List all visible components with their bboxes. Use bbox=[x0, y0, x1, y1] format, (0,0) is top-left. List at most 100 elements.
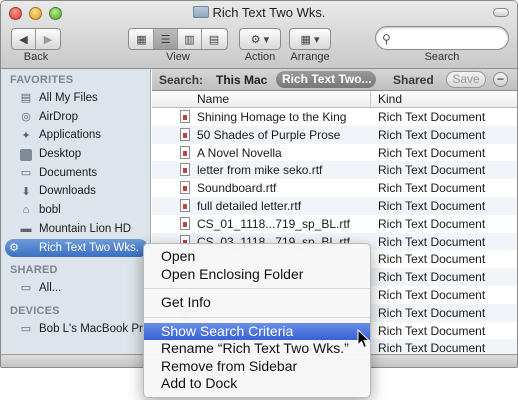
rtf-document-icon bbox=[180, 110, 190, 123]
airdrop-icon: ◎ bbox=[21, 110, 31, 123]
hard-disk-icon: ▬ bbox=[20, 222, 32, 235]
rtf-document-icon bbox=[180, 198, 190, 212]
icon-view-icon[interactable]: ▦ bbox=[130, 29, 154, 49]
file-kind: Rich Text Document bbox=[378, 127, 486, 142]
column-header-name[interactable]: Name bbox=[197, 92, 229, 106]
save-search-button[interactable]: Save bbox=[446, 71, 486, 88]
menu-item-get-info[interactable]: Get Info bbox=[144, 294, 370, 312]
file-name: A Novel Novella bbox=[197, 145, 282, 160]
home-icon: ⌂ bbox=[22, 204, 30, 217]
remove-criteria-button[interactable]: − bbox=[493, 72, 508, 87]
search-label: Search bbox=[424, 51, 460, 63]
folder-icon bbox=[192, 6, 209, 18]
table-row[interactable]: Shining Homage to the King Rich Text Docu… bbox=[152, 108, 517, 126]
rtf-document-icon bbox=[180, 163, 190, 177]
sidebar-item-airdrop[interactable]: ◎ AirDrop bbox=[1, 108, 150, 127]
smart-folder-icon: ⚙ bbox=[9, 241, 19, 254]
search-icon: ⚲ bbox=[382, 32, 391, 46]
sidebar-item-documents[interactable]: ▭ Documents bbox=[1, 164, 150, 183]
file-name: letter from mike seko.rtf bbox=[197, 163, 323, 178]
menu-item-remove-from-sidebar[interactable]: Remove from Sidebar bbox=[144, 358, 370, 376]
table-row[interactable]: A Novel Novella Rich Text Document bbox=[152, 144, 517, 162]
menu-item-rename[interactable]: Rename “Rich Text Two Wks.” bbox=[144, 340, 370, 358]
network-icon: ▭ bbox=[20, 282, 32, 295]
action-button[interactable]: ⚙ ▾ bbox=[239, 28, 281, 50]
shared-header: SHARED bbox=[10, 264, 58, 277]
context-menu: Open Open Enclosing Folder Get Info Show… bbox=[143, 243, 371, 398]
file-kind: Rich Text Document bbox=[378, 305, 486, 320]
menu-item-add-to-dock[interactable]: Add to Dock bbox=[144, 375, 370, 393]
rtf-document-icon bbox=[180, 216, 190, 230]
sidebar-item-applications[interactable]: ✦ Applications bbox=[1, 126, 150, 145]
file-kind: Rich Text Document bbox=[378, 252, 486, 267]
sidebar-item-shared-all[interactable]: ▭ All... bbox=[1, 279, 150, 298]
file-kind: Rich Text Document bbox=[378, 145, 486, 160]
sidebar-item-all-my-files[interactable]: ▤ All My Files bbox=[1, 89, 150, 108]
menu-separator bbox=[144, 288, 370, 289]
sidebar-item-downloads[interactable]: ⬇ Downloads bbox=[1, 182, 150, 201]
file-name: Soundboard.rtf bbox=[197, 181, 277, 196]
sidebar-item-label: Desktop bbox=[39, 148, 82, 161]
sidebar-item-label: Downloads bbox=[39, 185, 96, 198]
table-row[interactable]: letter from mike seko.rtf Rich Text Docum… bbox=[152, 161, 517, 180]
column-header-kind[interactable]: Kind bbox=[378, 92, 402, 106]
toolbar-toggle-button[interactable] bbox=[493, 8, 509, 17]
back-forward-control[interactable]: ◀ ▶ bbox=[11, 28, 61, 50]
search-scope-bar: Search: This Mac Rich Text Two... Shared… bbox=[152, 69, 517, 91]
back-forward-segments: ◀ ▶ bbox=[12, 29, 60, 49]
column-divider[interactable] bbox=[370, 91, 371, 108]
scope-label: Search: bbox=[159, 73, 204, 87]
sidebar-item-label: All My Files bbox=[39, 92, 98, 104]
table-row[interactable]: 50 Shades of Purple Prose Rich Text Docum… bbox=[152, 125, 517, 144]
coverflow-view-icon[interactable]: ▤ bbox=[202, 29, 226, 49]
sidebar-item-label: Mountain Lion HD bbox=[39, 222, 132, 235]
file-kind: Rich Text Document bbox=[378, 287, 486, 302]
table-row[interactable]: full detailed letter.rtf Rich Text Docume… bbox=[152, 196, 517, 215]
sidebar: FAVORITES ▤ All My Files ◎ AirDrop ✦ App… bbox=[1, 69, 151, 354]
back-arrow-icon[interactable]: ◀ bbox=[12, 29, 36, 49]
sidebar-item-label: All... bbox=[39, 282, 62, 295]
window-title: Rich Text Two Wks. bbox=[1, 5, 517, 20]
sidebar-item-desktop[interactable]: Desktop bbox=[1, 145, 150, 164]
mouse-pointer-icon bbox=[357, 329, 371, 349]
file-kind: Rich Text Document bbox=[378, 181, 486, 196]
favorites-header: FAVORITES bbox=[10, 74, 74, 86]
file-kind: Rich Text Document bbox=[378, 270, 486, 285]
sidebar-item-label: AirDrop bbox=[39, 110, 78, 123]
menu-separator bbox=[144, 316, 370, 318]
list-header: Name Kind bbox=[152, 91, 517, 108]
documents-icon: ▭ bbox=[20, 166, 32, 179]
file-name: 50 Shades of Purple Prose bbox=[197, 127, 341, 142]
laptop-icon: ▭ bbox=[20, 323, 32, 336]
view-label: View bbox=[166, 51, 190, 63]
scope-shared[interactable]: Shared bbox=[393, 73, 434, 87]
sidebar-item-label: bobl bbox=[39, 204, 61, 217]
forward-arrow-icon[interactable]: ▶ bbox=[36, 29, 60, 49]
downloads-icon: ⬇ bbox=[21, 185, 31, 198]
sidebar-item-mountain-lion-hd[interactable]: ▬ Mountain Lion HD bbox=[1, 220, 150, 239]
arrange-icon: ▦ ▾ bbox=[300, 33, 320, 46]
menu-item-open-enclosing-folder[interactable]: Open Enclosing Folder bbox=[144, 266, 370, 284]
view-control[interactable]: ▦ ☰ ▥ ▤ bbox=[128, 28, 228, 50]
search-input[interactable]: ⚲ bbox=[375, 26, 509, 50]
menu-item-show-search-criteria[interactable]: Show Search Criteria bbox=[144, 322, 370, 340]
file-name: Shining Homage to the King bbox=[197, 110, 347, 124]
table-row[interactable]: CS_01_1118...719_sp_BL.rtf Rich Text Docu… bbox=[152, 215, 517, 233]
column-view-icon[interactable]: ▥ bbox=[178, 29, 202, 49]
sidebar-item-label: Rich Text Two Wks. bbox=[39, 241, 139, 254]
file-kind: Rich Text Document bbox=[378, 198, 486, 213]
sidebar-item-home[interactable]: ⌂ bobl bbox=[1, 201, 150, 220]
devices-header: DEVICES bbox=[10, 304, 60, 317]
file-kind: Rich Text Document bbox=[378, 234, 486, 249]
file-kind: Rich Text Document bbox=[378, 110, 486, 124]
scope-selected[interactable]: Rich Text Two... bbox=[276, 71, 376, 88]
menu-item-open[interactable]: Open bbox=[144, 248, 370, 266]
sidebar-item-macbook-pro[interactable]: ▭ Bob L's MacBook Pro bbox=[1, 320, 150, 339]
sidebar-item-rich-text-two-wks[interactable]: ⚙ Rich Text Two Wks. bbox=[5, 238, 148, 258]
rtf-document-icon bbox=[180, 145, 190, 159]
table-row[interactable]: Soundboard.rtf Rich Text Document bbox=[152, 179, 517, 197]
scope-this-mac[interactable]: This Mac bbox=[216, 73, 267, 87]
arrange-button[interactable]: ▦ ▾ bbox=[289, 28, 331, 50]
list-view-icon[interactable]: ☰ bbox=[154, 29, 178, 49]
action-label: Action bbox=[244, 51, 276, 63]
